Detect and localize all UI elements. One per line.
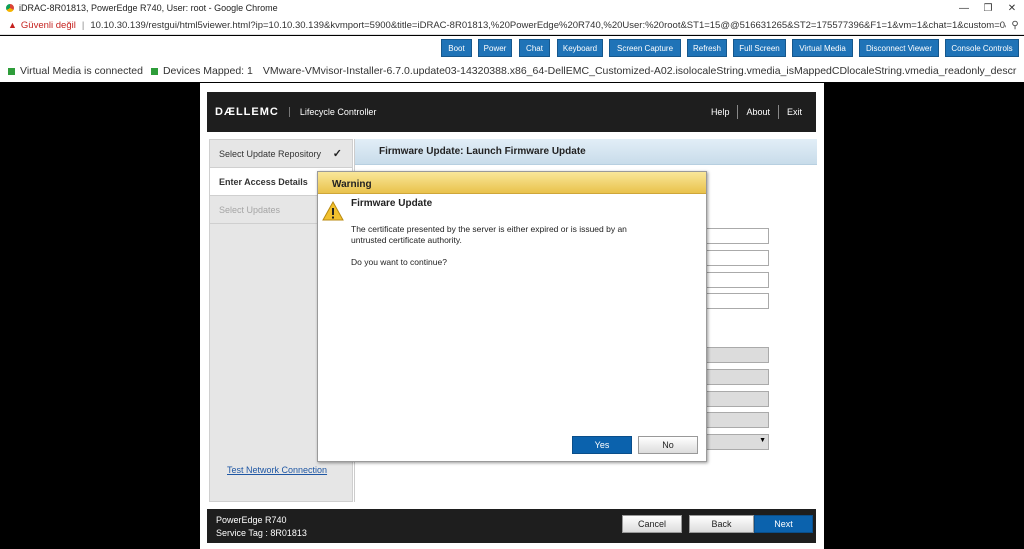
browser-title-bar: iDRAC-8R01813, PowerEdge R740, User: roo… [0,0,1024,16]
cancel-button[interactable]: Cancel [622,515,682,533]
mapped-image-name: VMware-VMvisor-Installer-6.7.0.update03-… [262,65,1017,77]
proxy-field [705,347,769,363]
close-icon[interactable]: ✕ [1000,3,1024,14]
header-divider [737,105,739,119]
virtual-media-button[interactable]: Virtual Media [792,39,853,57]
proxy-type-select[interactable]: ▼ [705,434,769,450]
restore-icon[interactable]: ❐ [976,3,1000,14]
refresh-button[interactable]: Refresh [687,39,727,57]
step-label: Enter Access Details [219,176,308,187]
back-button[interactable]: Back [689,515,754,533]
security-label[interactable]: Güvenli değil [21,20,76,31]
console-controls-button[interactable]: Console Controls [945,39,1019,57]
boot-button[interactable]: Boot [441,39,472,57]
access-field[interactable] [705,250,769,266]
url-text[interactable]: 10.10.30.139/restgui/html5viewer.html?ip… [90,20,1006,31]
address-separator: | [81,19,85,31]
devices-mapped-text: Devices Mapped: 1 [162,65,253,77]
dialog-heading: Firmware Update [351,198,433,209]
about-link[interactable]: About [746,107,770,117]
server-model: PowerEdge R740 [216,515,287,525]
viewer-toolbar: Boot Power Chat Keyboard Screen Capture … [0,36,1024,60]
yes-button[interactable]: Yes [572,436,632,454]
dialog-title: Warning [318,172,706,194]
next-button[interactable]: Next [754,515,813,533]
header-links: Help About Exit [711,105,802,119]
no-button[interactable]: No [638,436,698,454]
virtual-media-status: Virtual Media is connected Devices Mappe… [0,60,1024,82]
power-button[interactable]: Power [478,39,512,57]
help-link[interactable]: Help [711,107,730,117]
warning-triangle-icon[interactable]: ▲ [8,20,17,30]
zoom-icon[interactable]: ⚲ [1006,20,1024,31]
lifecycle-footer: PowerEdge R740 Service Tag : 8R01813 Can… [207,509,816,543]
virtual-media-status-text: Virtual Media is connected [20,65,143,77]
proxy-field [705,412,769,428]
access-field[interactable] [705,293,769,309]
access-field[interactable] [705,272,769,288]
page-title: Firmware Update: Launch Firmware Update [355,139,817,165]
step-select-update-repository[interactable]: Select Update Repository ✓ [210,140,352,168]
chrome-icon [5,3,15,13]
warning-icon [322,201,344,221]
exit-link[interactable]: Exit [787,107,802,117]
dropdown-arrow-icon: ▼ [759,437,766,444]
proxy-field [705,391,769,407]
proxy-field [705,369,769,385]
header-divider [777,105,779,119]
lifecycle-header: DÆLLEMC Lifecycle Controller Help About … [207,92,816,132]
window-title: iDRAC-8R01813, PowerEdge R740, User: roo… [19,3,278,13]
minimize-icon[interactable]: — [952,3,976,14]
dell-emc-logo: DÆLLEMC [215,106,279,118]
access-field[interactable] [705,228,769,244]
product-name: Lifecycle Controller [288,107,376,117]
address-bar[interactable]: ▲ Güvenli değil | 10.10.30.139/restgui/h… [0,16,1024,35]
chat-button[interactable]: Chat [519,39,550,57]
dialog-question: Do you want to continue? [351,257,447,267]
full-screen-button[interactable]: Full Screen [733,39,786,57]
warning-dialog: Warning Firmware Update The certificate … [317,171,707,462]
test-network-connection-link[interactable]: Test Network Connection [227,465,327,475]
disconnect-viewer-button[interactable]: Disconnect Viewer [859,39,939,57]
checkmark-icon: ✓ [332,148,342,160]
service-tag: Service Tag : 8R01813 [216,528,307,538]
connected-indicator-icon [8,67,15,75]
keyboard-button[interactable]: Keyboard [557,39,603,57]
step-label: Select Update Repository [219,148,322,159]
screen-capture-button[interactable]: Screen Capture [609,39,681,57]
step-label: Select Updates [219,204,281,215]
dialog-message: The certificate presented by the server … [351,224,627,245]
mapped-indicator-icon [150,67,158,75]
